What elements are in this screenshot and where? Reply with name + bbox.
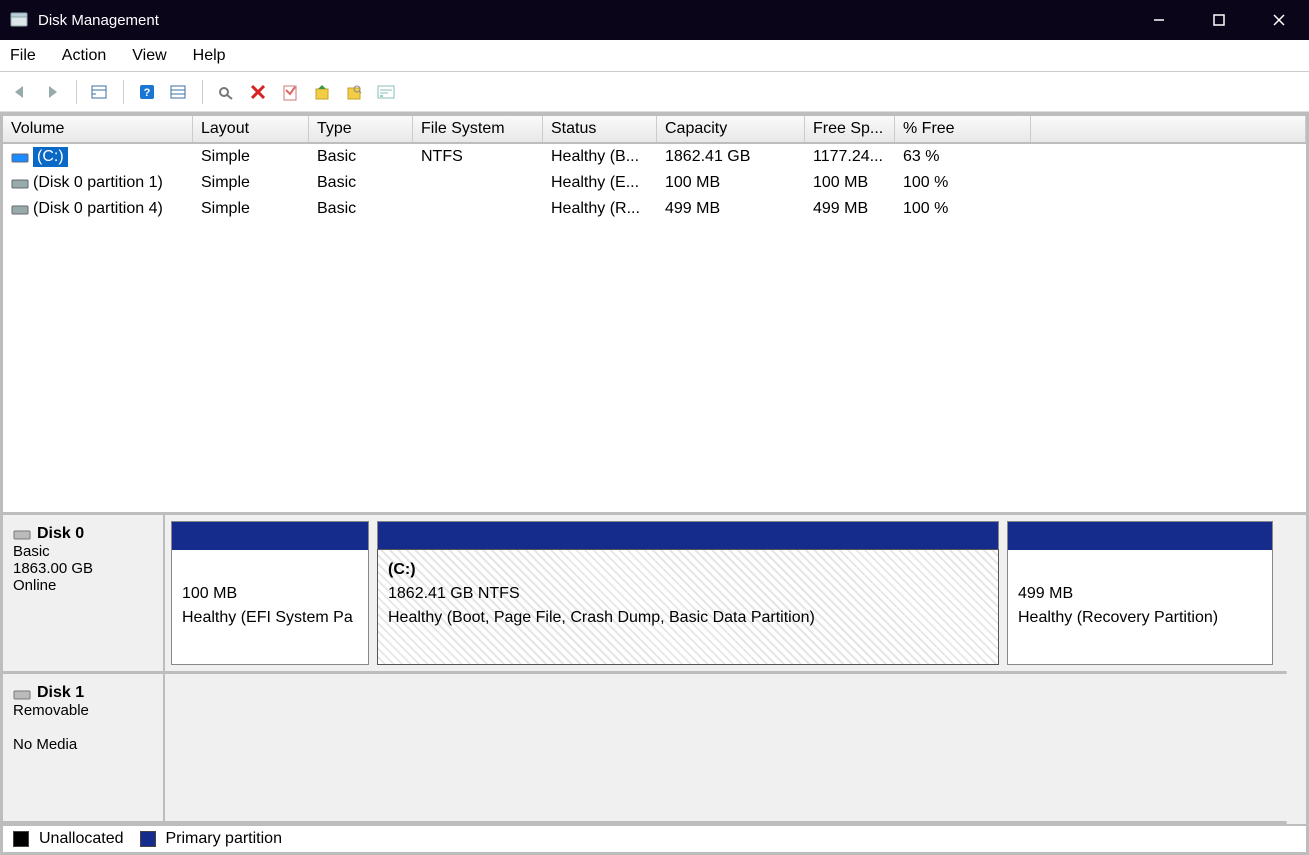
volume-row[interactable]: (Disk 0 partition 4)SimpleBasicHealthy (… bbox=[3, 196, 1306, 222]
volume-row[interactable]: (C:)SimpleBasicNTFSHealthy (B...1862.41 … bbox=[3, 144, 1306, 170]
disk-label[interactable]: Disk 0Basic1863.00 GBOnline bbox=[3, 515, 165, 671]
col-filesystem[interactable]: File System bbox=[413, 116, 543, 142]
drive-icon bbox=[11, 203, 29, 215]
col-type[interactable]: Type bbox=[309, 116, 413, 142]
menubar: File Action View Help bbox=[0, 40, 1309, 72]
partition-header bbox=[378, 522, 998, 550]
legend: Unallocated Primary partition bbox=[3, 824, 1306, 852]
delete-button[interactable] bbox=[245, 79, 271, 105]
menu-action[interactable]: Action bbox=[62, 47, 106, 65]
window-controls bbox=[1129, 0, 1309, 40]
forward-button[interactable] bbox=[40, 79, 66, 105]
col-volume[interactable]: Volume bbox=[3, 116, 193, 142]
menu-view[interactable]: View bbox=[132, 47, 166, 65]
content-area: Volume Layout Type File System Status Ca… bbox=[0, 112, 1309, 855]
show-hide-tree-button[interactable] bbox=[87, 79, 113, 105]
maximize-button[interactable] bbox=[1189, 0, 1249, 40]
col-percent-free[interactable]: % Free bbox=[895, 116, 1031, 142]
graphical-view: ▴ Disk 0Basic1863.00 GBOnline 100 MBHeal… bbox=[3, 512, 1306, 852]
help-button[interactable]: ? bbox=[134, 79, 160, 105]
wizard-search-button[interactable] bbox=[341, 79, 367, 105]
legend-swatch-primary bbox=[140, 831, 156, 847]
menu-file[interactable]: File bbox=[10, 47, 36, 65]
disk-row: Disk 0Basic1863.00 GBOnline 100 MBHealth… bbox=[3, 515, 1306, 674]
window-title: Disk Management bbox=[38, 12, 1129, 29]
disk-partitions bbox=[165, 674, 1306, 821]
list-button[interactable] bbox=[166, 79, 192, 105]
col-spacer bbox=[1031, 116, 1306, 142]
drive-icon bbox=[11, 177, 29, 189]
volume-row[interactable]: (Disk 0 partition 1)SimpleBasicHealthy (… bbox=[3, 170, 1306, 196]
disk-icon bbox=[13, 528, 31, 540]
disk-label[interactable]: Disk 1Removable No Media bbox=[3, 674, 165, 821]
disk-row: Disk 1Removable No Media bbox=[3, 674, 1306, 824]
disk-partitions: 100 MBHealthy (EFI System Pa(C:)1862.41 … bbox=[165, 515, 1306, 671]
properties-button[interactable] bbox=[277, 79, 303, 105]
partition-header bbox=[1008, 522, 1272, 550]
col-status[interactable]: Status bbox=[543, 116, 657, 142]
volume-list-body[interactable]: (C:)SimpleBasicNTFSHealthy (B...1862.41 … bbox=[3, 144, 1306, 512]
app-icon bbox=[10, 12, 28, 28]
legend-swatch-unallocated bbox=[13, 831, 29, 847]
options-button[interactable] bbox=[373, 79, 399, 105]
col-free-space[interactable]: Free Sp... bbox=[805, 116, 895, 142]
wizard-up-button[interactable] bbox=[309, 79, 335, 105]
volume-list: Volume Layout Type File System Status Ca… bbox=[3, 114, 1306, 512]
partition[interactable]: 499 MBHealthy (Recovery Partition) bbox=[1007, 521, 1273, 665]
disk-icon bbox=[13, 688, 31, 700]
partition-header bbox=[172, 522, 368, 550]
graphical-rows: ▴ Disk 0Basic1863.00 GBOnline 100 MBHeal… bbox=[3, 515, 1306, 824]
drive-icon bbox=[11, 151, 29, 163]
legend-label-primary: Primary partition bbox=[166, 830, 282, 848]
minimize-button[interactable] bbox=[1129, 0, 1189, 40]
col-capacity[interactable]: Capacity bbox=[657, 116, 805, 142]
toolbar: ? bbox=[0, 72, 1309, 112]
volume-list-header: Volume Layout Type File System Status Ca… bbox=[3, 114, 1306, 144]
menu-help[interactable]: Help bbox=[193, 47, 226, 65]
back-button[interactable] bbox=[8, 79, 34, 105]
svg-text:?: ? bbox=[144, 87, 151, 99]
partition[interactable]: (C:)1862.41 GB NTFSHealthy (Boot, Page F… bbox=[377, 521, 999, 665]
partition[interactable]: 100 MBHealthy (EFI System Pa bbox=[171, 521, 369, 665]
titlebar: Disk Management bbox=[0, 0, 1309, 40]
col-layout[interactable]: Layout bbox=[193, 116, 309, 142]
close-button[interactable] bbox=[1249, 0, 1309, 40]
settings-button[interactable] bbox=[213, 79, 239, 105]
legend-label-unallocated: Unallocated bbox=[39, 830, 124, 848]
